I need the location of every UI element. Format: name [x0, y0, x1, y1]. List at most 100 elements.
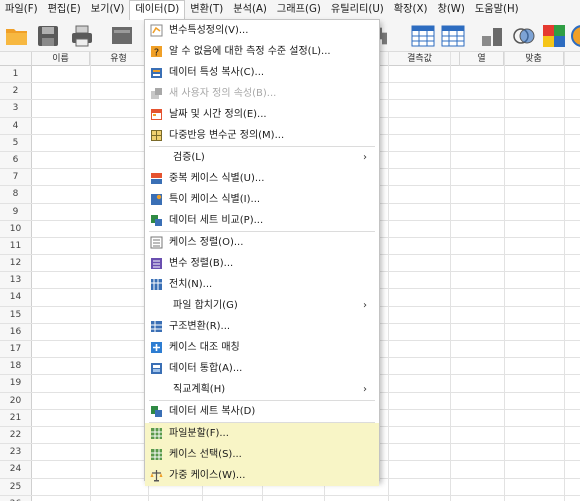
- row-number[interactable]: 2: [0, 83, 32, 100]
- menu-item-label: 파일 합치기(G): [173, 300, 238, 311]
- duplicate-cases-icon: [151, 173, 162, 184]
- menu-edit[interactable]: 편집(E): [43, 0, 86, 20]
- row-number[interactable]: 3: [0, 100, 32, 117]
- row-number[interactable]: 8: [0, 186, 32, 203]
- menu-item-case-control-matching[interactable]: 케이스 대조 매칭: [145, 337, 379, 358]
- column-header-missing[interactable]: 결측값: [380, 52, 460, 66]
- row-number[interactable]: 9: [0, 203, 32, 220]
- column-header-align[interactable]: 맞춤: [504, 52, 564, 66]
- menu-item-select-cases[interactable]: 케이스 선택(S)...: [145, 444, 379, 465]
- menu-file[interactable]: 파일(F): [0, 0, 43, 20]
- save-icon[interactable]: [36, 24, 60, 48]
- menu-item-identify-duplicate-cases[interactable]: 중복 케이스 식별(U)...: [145, 168, 379, 189]
- custom-attribute-icon: [151, 88, 162, 99]
- row-number[interactable]: 20: [0, 392, 32, 409]
- copy-properties-icon: [151, 68, 162, 78]
- print-icon[interactable]: [70, 24, 94, 48]
- chevron-right-icon: ›: [363, 300, 367, 311]
- row-number[interactable]: 25: [0, 478, 32, 495]
- row-number[interactable]: 22: [0, 426, 32, 444]
- weight-cases-icon: [150, 470, 163, 482]
- row-number[interactable]: 4: [0, 117, 32, 134]
- chevron-right-icon: ›: [363, 152, 367, 163]
- split-grid-icon[interactable]: [441, 24, 465, 48]
- menu-utilities[interactable]: 유틸리티(U): [326, 0, 389, 20]
- row-number[interactable]: 26: [0, 495, 32, 501]
- menu-item-label: 직교계획(H): [173, 384, 226, 395]
- column-header-type[interactable]: 유형: [90, 52, 148, 66]
- row-number[interactable]: 15: [0, 306, 32, 323]
- row-number[interactable]: 17: [0, 341, 32, 358]
- menu-item-label: 새 사용자 정의 속성(B)...: [169, 88, 277, 99]
- sort-cases-icon: [150, 236, 163, 249]
- menubar: 파일(F) 편집(E) 보기(V) 데이터(D) 변환(T) 분석(A) 그래프…: [0, 0, 580, 20]
- menu-item-sort-cases[interactable]: 케이스 정렬(O)...: [145, 232, 379, 253]
- menu-item-copy-data-properties[interactable]: 데이터 특성 복사(C)...: [145, 62, 379, 83]
- select-cases-icon: [151, 449, 162, 460]
- copy-dataset-icon: [151, 406, 162, 417]
- row-number[interactable]: 10: [0, 220, 32, 237]
- row-number[interactable]: 5: [0, 134, 32, 151]
- menu-help[interactable]: 도움말(H): [470, 0, 524, 20]
- menu-item-transpose[interactable]: 전치(N)...: [145, 274, 379, 295]
- open-folder-icon[interactable]: [5, 24, 29, 48]
- row-number[interactable]: 24: [0, 461, 32, 478]
- menu-extensions[interactable]: 확장(X): [389, 0, 433, 20]
- menu-item-orthogonal-design[interactable]: 직교계획(H) ›: [145, 379, 379, 400]
- column-header-columns[interactable]: 열: [460, 52, 504, 66]
- globe-icon[interactable]: [570, 24, 580, 48]
- split-file-icon: [151, 428, 162, 439]
- menu-item-identify-unusual-cases[interactable]: 특이 케이스 식별(I)...: [145, 189, 379, 210]
- menu-item-copy-dataset[interactable]: 데이터 세트 복사(D): [145, 401, 379, 422]
- color-palette-icon[interactable]: [542, 24, 566, 48]
- venn-circles-icon[interactable]: [512, 24, 536, 48]
- menu-item-label: 데이터 세트 비교(P)...: [169, 215, 264, 226]
- menu-item-label: 중복 케이스 식별(U)...: [169, 173, 265, 184]
- menu-window[interactable]: 창(W): [432, 0, 469, 20]
- table-row[interactable]: 26: [0, 495, 580, 501]
- row-number[interactable]: 18: [0, 358, 32, 375]
- menu-item-merge-files[interactable]: 파일 합치기(G) ›: [145, 295, 379, 316]
- row-number[interactable]: 23: [0, 444, 32, 461]
- menu-item-restructure[interactable]: 구조변환(R)...: [145, 316, 379, 337]
- row-number[interactable]: 6: [0, 151, 32, 169]
- menu-analyze[interactable]: 분석(A): [228, 0, 272, 20]
- menu-view[interactable]: 보기(V): [86, 0, 130, 20]
- row-number[interactable]: 14: [0, 289, 32, 306]
- row-number[interactable]: 7: [0, 169, 32, 186]
- menu-graphs[interactable]: 그래프(G): [272, 0, 326, 20]
- row-number[interactable]: 12: [0, 255, 32, 272]
- menu-item-set-measurement-level[interactable]: ? 알 수 없음에 대한 측정 수준 설정(L)...: [145, 41, 379, 62]
- menu-item-label: 변수특성정의(V)...: [169, 25, 249, 36]
- menu-item-label: 날짜 및 시간 정의(E)...: [169, 109, 267, 120]
- menu-item-aggregate[interactable]: 데이터 통합(A)...: [145, 358, 379, 379]
- row-number[interactable]: 19: [0, 375, 32, 392]
- menu-item-split-file[interactable]: 파일분할(F)...: [145, 423, 379, 444]
- menu-item-define-variable-properties[interactable]: 변수특성정의(V)...: [145, 20, 379, 41]
- menu-item-validation[interactable]: 검증(L) ›: [145, 147, 379, 168]
- menu-item-label: 변수 정렬(B)...: [169, 258, 234, 269]
- menu-item-label: 데이터 통합(A)...: [169, 363, 243, 374]
- menu-item-define-multiple-response[interactable]: 다중반응 변수군 정의(M)...: [145, 125, 379, 146]
- scale-icon[interactable]: [480, 24, 504, 48]
- row-number[interactable]: 11: [0, 237, 32, 255]
- menu-item-label: 특이 케이스 식별(I)...: [169, 194, 261, 205]
- multiple-response-icon: [151, 130, 162, 141]
- row-number[interactable]: 21: [0, 409, 32, 426]
- menu-item-weight-cases[interactable]: 가중 케이스(W)...: [145, 465, 379, 486]
- menu-item-define-date-time[interactable]: 날짜 및 시간 정의(E)...: [145, 104, 379, 125]
- spss-data-editor: 파일(F) 편집(E) 보기(V) 데이터(D) 변환(T) 분석(A) 그래프…: [0, 0, 580, 501]
- row-number[interactable]: 13: [0, 272, 32, 289]
- column-header-name[interactable]: 이름: [32, 52, 90, 66]
- dialog-recall-icon[interactable]: [110, 24, 134, 48]
- chevron-right-icon: ›: [363, 384, 367, 395]
- menu-item-sort-variables[interactable]: 변수 정렬(B)...: [145, 253, 379, 274]
- menu-transform[interactable]: 변환(T): [185, 0, 228, 20]
- row-number[interactable]: 1: [0, 66, 32, 83]
- variables-grid-icon[interactable]: [411, 24, 435, 48]
- measurement-level-icon: ?: [151, 46, 162, 58]
- row-number[interactable]: 16: [0, 323, 32, 340]
- menu-item-label: 전치(N)...: [169, 279, 213, 290]
- menu-item-compare-datasets[interactable]: 데이터 세트 비교(P)...: [145, 210, 379, 231]
- menu-data[interactable]: 데이터(D): [129, 0, 186, 20]
